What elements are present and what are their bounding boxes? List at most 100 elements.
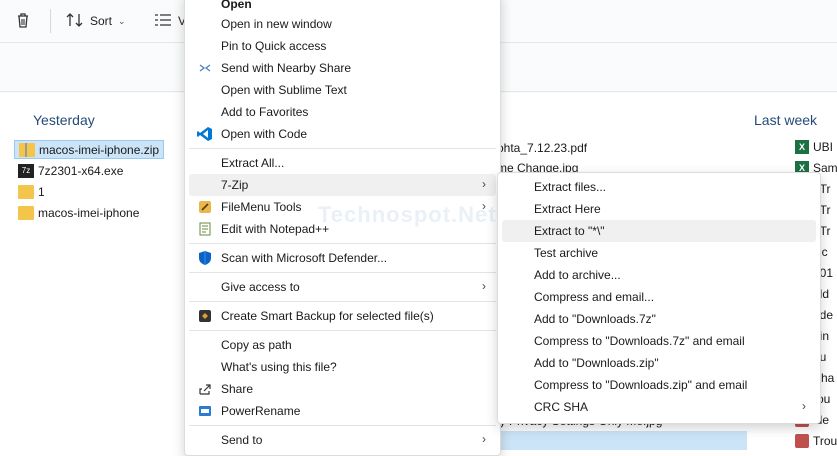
file-item[interactable]: 7z 7z2301-x64.exe <box>18 161 168 180</box>
file-name: 7z2301-x64.exe <box>38 163 124 178</box>
file-item[interactable]: macos-imei-iphone.zip <box>14 140 164 159</box>
menu-item-label: Give access to <box>221 280 300 294</box>
menu-item-label: Extract to "*\" <box>534 224 605 238</box>
menu-item-label: Test archive <box>534 246 599 260</box>
share-icon <box>197 381 213 397</box>
menu-item-powerrename[interactable]: PowerRename <box>189 400 496 422</box>
menu-separator <box>189 301 496 302</box>
excel-icon: X <box>795 139 809 154</box>
menu-item-label: Send with Nearby Share <box>221 61 352 75</box>
view-list-icon <box>154 13 172 30</box>
group-header-last-week: Last week <box>754 112 818 128</box>
file-item[interactable]: X UBI L <box>795 137 837 156</box>
chevron-right-icon: › <box>482 177 486 191</box>
menu-item-defender-scan[interactable]: Scan with Microsoft Defender... <box>189 247 496 269</box>
submenu-item-extract-here[interactable]: Extract Here <box>502 198 816 220</box>
menu-item-add-favorites[interactable]: Add to Favorites <box>189 101 496 123</box>
7zip-submenu: Extract files... Extract Here Extract to… <box>497 172 821 424</box>
file-icon <box>795 433 809 448</box>
chevron-right-icon: › <box>482 279 486 293</box>
menu-separator <box>189 330 496 331</box>
menu-item-label: Add to archive... <box>534 268 621 282</box>
submenu-item-add-to-archive[interactable]: Add to archive... <box>502 264 816 286</box>
file-item[interactable]: 1 <box>18 182 168 201</box>
sort-label: Sort <box>90 14 113 28</box>
submenu-item-compress-email[interactable]: Compress and email... <box>502 286 816 308</box>
delete-button[interactable] <box>14 10 32 32</box>
menu-item-label: CRC SHA <box>534 400 589 414</box>
menu-item-label: Scan with Microsoft Defender... <box>221 251 388 265</box>
submenu-item-crc-sha[interactable]: CRC SHA › <box>502 396 816 418</box>
file-item[interactable]: ohta_7.12.23.pdf <box>497 138 587 157</box>
menu-item-label: Add to "Downloads.7z" <box>534 312 656 326</box>
sort-button[interactable]: Sort ⌄ <box>66 10 126 32</box>
submenu-item-extract-files[interactable]: Extract files... <box>502 176 816 198</box>
menu-separator <box>189 272 496 273</box>
view-button[interactable]: V <box>154 10 186 32</box>
submenu-item-test-archive[interactable]: Test archive <box>502 242 816 264</box>
file-name: macos-imei-iphone <box>38 205 140 220</box>
menu-item-share[interactable]: Share <box>189 378 496 400</box>
7zip-exe-icon: 7z <box>18 163 34 178</box>
submenu-item-compress-7z-email[interactable]: Compress to "Downloads.7z" and email <box>502 330 816 352</box>
notepadpp-icon <box>197 221 213 237</box>
menu-item-give-access[interactable]: Give access to › <box>189 276 496 298</box>
menu-item-send-to[interactable]: Send to › <box>189 429 496 451</box>
menu-item-label: Extract All... <box>221 156 285 170</box>
menu-item-label: Share <box>221 382 254 396</box>
menu-item-label: Compress and email... <box>534 290 655 304</box>
menu-item-copy-path[interactable]: Copy as path <box>189 334 496 356</box>
menu-item-label: Send to <box>221 433 263 447</box>
filemenu-tools-icon <box>197 199 213 215</box>
folder-icon <box>18 205 34 220</box>
menu-item-label: Open with Code <box>221 127 308 141</box>
submenu-item-add-zip[interactable]: Add to "Downloads.zip" <box>502 352 816 374</box>
smart-backup-icon <box>197 308 213 324</box>
file-item[interactable]: Trou <box>795 431 837 450</box>
menu-item-label: PowerRename <box>221 404 301 418</box>
menu-item-open-new-window[interactable]: Open in new window <box>189 13 496 35</box>
menu-item-label: Copy as path <box>221 338 292 352</box>
menu-item-filemenu-tools[interactable]: FileMenu Tools › <box>189 196 496 218</box>
menu-item-nearby-share[interactable]: Send with Nearby Share <box>189 57 496 79</box>
menu-separator <box>189 243 496 244</box>
menu-item-7zip[interactable]: 7-Zip › <box>189 174 496 196</box>
chevron-right-icon: › <box>802 399 806 413</box>
file-item[interactable]: macos-imei-iphone <box>18 203 168 222</box>
menu-item-extract-all[interactable]: Extract All... <box>189 152 496 174</box>
menu-item-notepadpp[interactable]: Edit with Notepad++ <box>189 218 496 240</box>
submenu-item-extract-to[interactable]: Extract to "*\" <box>502 220 816 242</box>
menu-item-label: Open <box>221 0 252 11</box>
menu-item-label: Edit with Notepad++ <box>221 222 330 236</box>
folder-icon <box>18 184 34 199</box>
menu-item-label: 7-Zip <box>221 178 249 192</box>
chevron-right-icon: › <box>482 432 486 446</box>
file-name: ohta_7.12.23.pdf <box>497 140 587 155</box>
chevron-down-icon: ⌄ <box>118 15 126 26</box>
menu-item-pin-quick-access[interactable]: Pin to Quick access <box>189 35 496 57</box>
menu-item-open-with-code[interactable]: Open with Code <box>189 123 496 145</box>
nearby-share-icon <box>197 60 213 76</box>
vscode-icon <box>197 126 213 142</box>
menu-item-sublime[interactable]: Open with Sublime Text <box>189 79 496 101</box>
menu-item-smart-backup[interactable]: Create Smart Backup for selected file(s) <box>189 305 496 327</box>
submenu-item-add-7z[interactable]: Add to "Downloads.7z" <box>502 308 816 330</box>
menu-item-label: Compress to "Downloads.7z" and email <box>534 334 745 348</box>
menu-item-label: Compress to "Downloads.zip" and email <box>534 378 748 392</box>
file-name: 1 <box>38 184 45 199</box>
defender-shield-icon <box>197 250 213 266</box>
selected-row-highlight <box>497 431 747 450</box>
menu-item-label: Extract Here <box>534 202 601 216</box>
menu-item-whats-using[interactable]: What's using this file? <box>189 356 496 378</box>
menu-item-label: Create Smart Backup for selected file(s) <box>221 309 434 323</box>
powerrename-icon <box>197 403 213 419</box>
menu-item-label: Open in new window <box>221 17 332 31</box>
chevron-right-icon: › <box>482 199 486 213</box>
context-menu: Open Open in new window Pin to Quick acc… <box>184 0 501 456</box>
menu-item-label: Pin to Quick access <box>221 39 327 53</box>
trash-icon <box>14 11 32 32</box>
toolbar-separator <box>50 9 51 33</box>
submenu-item-compress-zip-email[interactable]: Compress to "Downloads.zip" and email <box>502 374 816 396</box>
menu-item-label: FileMenu Tools <box>221 200 302 214</box>
file-name: Trou <box>813 433 837 448</box>
